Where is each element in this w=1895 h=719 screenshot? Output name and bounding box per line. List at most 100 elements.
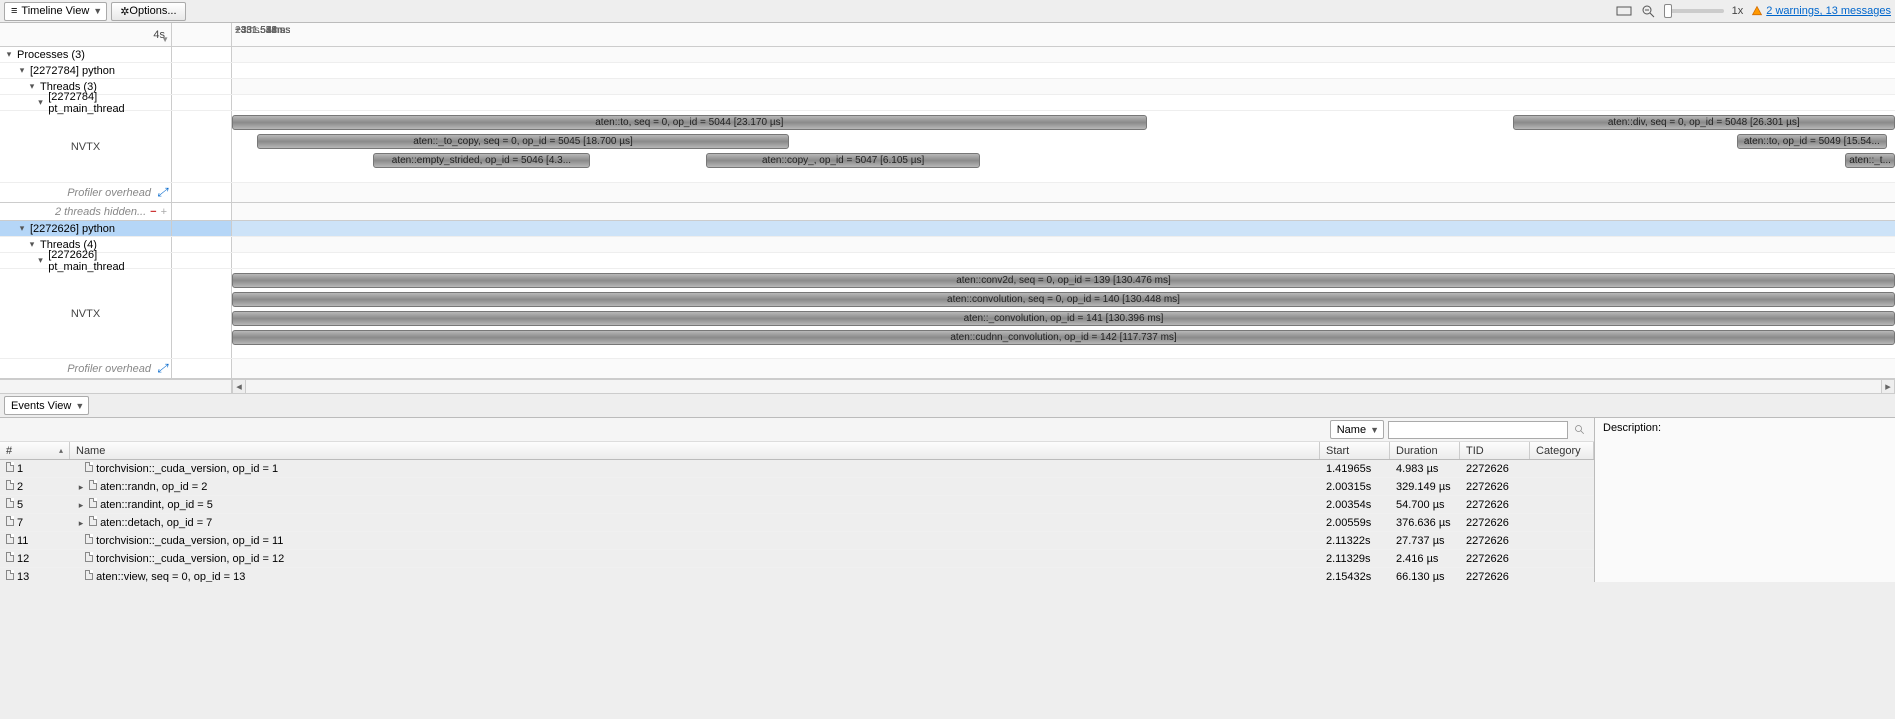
options-button[interactable]: ✲ Options... [111,2,185,21]
table-row[interactable]: 2▸ aten::randn, op_id = 22.00315s329.149… [0,478,1594,496]
table-row[interactable]: 12 torchvision::_cuda_version, op_id = 1… [0,550,1594,568]
nvtx-bar[interactable]: aten::_to_copy, seq = 0, op_id = 5045 [1… [257,134,789,149]
scroll-left-icon[interactable]: ◂ [232,380,246,393]
process-label: [2272626] python [30,223,115,235]
expander-icon[interactable]: ▸ [76,518,86,529]
nvtx-lane-1: NVTX aten::to, seq = 0, op_id = 5044 [23… [0,111,1895,183]
process-2272626-row[interactable]: ▾ [2272626] python [0,221,1895,237]
zoom-level: 1x [1732,5,1744,17]
chevron-down-icon: ▼ [75,401,84,411]
table-row[interactable]: 1 torchvision::_cuda_version, op_id = 11… [0,460,1594,478]
col-category[interactable]: Category [1530,442,1594,459]
table-row[interactable]: 7▸ aten::detach, op_id = 72.00559s376.63… [0,514,1594,532]
nvtx-bar[interactable]: aten::convolution, seq = 0, op_id = 140 … [232,292,1895,307]
hidden-label: 2 threads hidden... [55,206,146,218]
scroll-right-icon[interactable]: ▸ [1881,380,1895,393]
event-icon [6,570,14,580]
event-icon [6,498,14,508]
plus-icon[interactable]: + [161,206,167,218]
process-2272784-row[interactable]: ▾ [2272784] python [0,63,1895,79]
threads-row-2[interactable]: ▾ Threads (4) [0,237,1895,253]
table-row[interactable]: 11 torchvision::_cuda_version, op_id = 1… [0,532,1594,550]
expander-icon[interactable]: ▾ [36,97,46,108]
nvtx-bar[interactable]: aten::copy_, op_id = 5047 [6.105 µs] [706,153,980,168]
thread-2272626-row[interactable]: ▾ [2272626] pt_main_thread [0,253,1895,269]
events-grid[interactable]: 1 torchvision::_cuda_version, op_id = 11… [0,460,1594,582]
event-icon [85,570,93,580]
overhead-label: Profiler overhead [67,187,151,199]
col-name[interactable]: Name [70,442,1320,459]
overhead-label: Profiler overhead [67,363,151,375]
chevron-down-icon: ▼ [93,6,102,16]
table-row[interactable]: 5▸ aten::randint, op_id = 52.00354s54.70… [0,496,1594,514]
warnings-link[interactable]: 2 warnings, 13 messages [1751,5,1891,17]
chevron-down-icon: ▼ [1370,425,1379,435]
threads-row[interactable]: ▾ Threads (3) [0,79,1895,95]
fit-icon[interactable] [1616,3,1632,19]
nvtx-track-1[interactable]: aten::to, seq = 0, op_id = 5044 [23.170 … [232,111,1895,182]
nvtx-bar[interactable]: aten::div, seq = 0, op_id = 5048 [26.301… [1513,115,1895,130]
nvtx-bar[interactable]: aten::to, seq = 0, op_id = 5044 [23.170 … [232,115,1147,130]
nvtx-bar[interactable]: aten::conv2d, seq = 0, op_id = 139 [130.… [232,273,1895,288]
hidden-threads-row[interactable]: 2 threads hidden... − + [0,203,1895,221]
table-row[interactable]: 13 aten::view, seq = 0, op_id = 132.1543… [0,568,1594,582]
event-icon [85,552,93,562]
nvtx-bar[interactable]: aten::empty_strided, op_id = 5046 [4.3..… [373,153,589,168]
nvtx-bar[interactable]: aten::_convolution, op_id = 141 [130.396… [232,311,1895,326]
expander-icon[interactable]: ▸ [76,482,86,493]
zoom-slider[interactable] [1664,9,1724,13]
process-label: [2272784] python [30,65,115,77]
expander-icon[interactable]: ▾ [17,223,27,234]
events-view-select[interactable]: Events View ▼ [4,396,89,415]
expand-icon[interactable]: ⤢ [157,185,167,200]
event-icon [6,516,14,526]
event-icon [6,462,14,472]
col-start[interactable]: Start [1320,442,1390,459]
thread-2272784-row[interactable]: ▾ [2272784] pt_main_thread [0,95,1895,111]
nvtx-bar[interactable]: aten::_t... [1845,153,1895,168]
col-tid[interactable]: TID [1460,442,1530,459]
expander-icon[interactable]: ▾ [36,255,46,266]
event-icon [85,462,93,472]
expand-icon[interactable]: ⤢ [157,361,167,376]
sort-asc-icon: ▴ [59,446,63,455]
time-ruler[interactable]: 4s ▼ 24ms+331.526ms+331.528ms+331.53ms+3… [0,23,1895,47]
filter-field-select[interactable]: Name ▼ [1330,420,1384,439]
chevron-down-icon: ▼ [161,35,169,44]
expander-icon[interactable]: ▾ [27,81,37,92]
profiler-overhead-row-2[interactable]: Profiler overhead ⤢ [0,359,1895,379]
ruler-left-label[interactable]: 4s ▼ [0,23,172,46]
col-num[interactable]: #▴ [0,442,70,459]
event-icon [6,534,14,544]
expander-icon[interactable]: ▸ [76,500,86,511]
nvtx-label: NVTX [0,111,172,182]
filter-field-label: Name [1337,424,1366,436]
filter-input[interactable] [1388,421,1568,439]
expander-icon[interactable]: ▾ [4,49,14,60]
top-toolbar: ≡ Timeline View ▼ ✲ Options... 1x 2 warn… [0,0,1895,23]
description-label: Description: [1603,422,1661,434]
nvtx-bar[interactable]: aten::to, op_id = 5049 [15.54... [1737,134,1887,149]
event-icon [89,516,97,526]
zoom-out-icon[interactable] [1640,3,1656,19]
warning-icon [1751,5,1763,17]
col-duration[interactable]: Duration [1390,442,1460,459]
events-view-label: Events View [11,400,71,412]
search-icon[interactable] [1572,422,1588,438]
event-icon [89,480,97,490]
nvtx-lane-2: NVTX aten::conv2d, seq = 0, op_id = 139 … [0,269,1895,359]
expander-icon[interactable]: ▾ [27,239,37,250]
options-label: Options... [129,5,176,17]
minus-icon[interactable]: − [150,206,156,218]
timeline-view-select[interactable]: ≡ Timeline View ▼ [4,2,107,21]
timeline-panel: 4s ▼ 24ms+331.526ms+331.528ms+331.53ms+3… [0,23,1895,394]
processes-row[interactable]: ▾ Processes (3) [0,47,1895,63]
expander-icon[interactable]: ▾ [17,65,27,76]
events-header: #▴ Name Start Duration TID Category [0,442,1594,460]
timeline-view-label: Timeline View [21,5,89,17]
gear-icon: ✲ [120,5,129,18]
nvtx-track-2[interactable]: aten::conv2d, seq = 0, op_id = 139 [130.… [232,269,1895,358]
timeline-hscroll[interactable]: ◂ ▸ [0,379,1895,394]
profiler-overhead-row-1[interactable]: Profiler overhead ⤢ [0,183,1895,203]
nvtx-bar[interactable]: aten::cudnn_convolution, op_id = 142 [11… [232,330,1895,345]
